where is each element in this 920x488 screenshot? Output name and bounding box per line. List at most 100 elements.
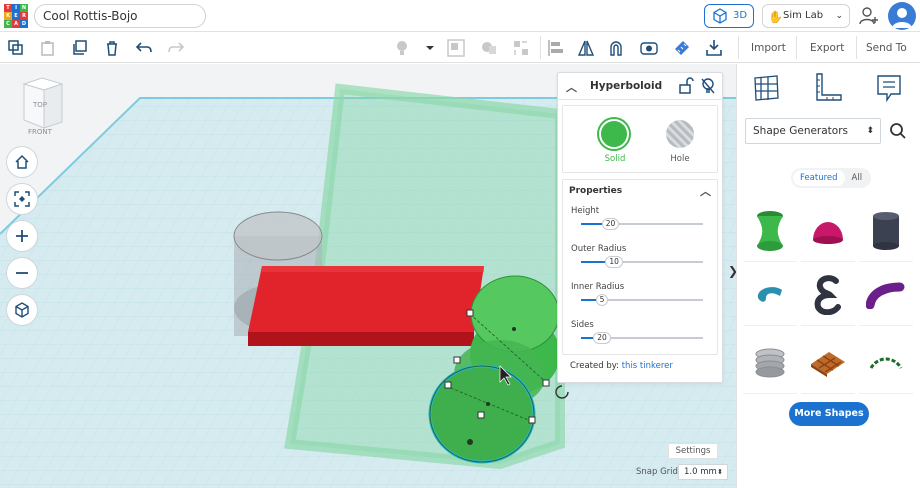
trash-icon[interactable] [102,38,122,58]
sim-lab-dropdown[interactable]: ✋ Sim Lab ⌄ [762,4,850,28]
align-icon[interactable] [546,38,566,58]
chevron-updown-icon: ⬍ [717,468,723,476]
shape-tabs: Featured All [791,168,872,188]
property-value-input[interactable]: 20 [601,218,620,230]
creator-link[interactable]: this tinkerer [622,361,673,371]
hole-button[interactable] [666,120,694,148]
property-value-input[interactable]: 5 [595,294,609,306]
property-slider[interactable] [581,223,703,225]
shape-category-select[interactable]: Shape Generators ⬍ [745,118,881,144]
ortho-view-button[interactable] [6,294,38,326]
zoom-out-button[interactable] [6,257,38,289]
collapse-chevron-icon[interactable]: ︿ [566,79,577,95]
shape-spring-coil[interactable] [743,332,797,394]
shape-hyperboloid[interactable] [743,200,797,262]
document-title[interactable]: Cool Rottis-Bojo [34,4,206,28]
ruler-l-icon[interactable] [813,72,843,104]
shape-letter-e[interactable] [801,264,855,326]
fit-view-icon [14,191,30,207]
viewcube-top-label: TOP [33,101,48,109]
search-icon [890,123,906,139]
shapes-panel: Shape Generators ⬍ Featured All More Sha… [736,64,920,488]
toolbar-divider [856,36,857,59]
property-value-input[interactable]: 10 [605,256,623,268]
toolbar-divider [738,36,739,59]
send-to-button[interactable]: Send To [866,37,907,59]
export-button[interactable]: Export [810,37,844,59]
logo-letter: N [20,4,28,12]
logo-letter: C [4,20,12,28]
hide-bulb-icon[interactable] [700,77,716,95]
unlock-icon[interactable] [678,77,694,95]
copy-workplane-icon[interactable] [6,38,26,58]
shape-cylinder[interactable] [859,200,913,262]
properties-heading: Properties [569,186,623,196]
avatar[interactable] [888,2,916,30]
download-tray-icon[interactable] [704,38,724,58]
shape-dome[interactable] [801,200,855,262]
property-slider[interactable] [581,261,703,263]
shape-torus[interactable] [743,264,797,326]
toolbar: Import Export Send To [0,32,920,63]
snap-grid-label: Snap Grid [636,467,678,477]
dropdown-arrow-icon[interactable] [420,38,440,58]
slider-fill [581,261,606,263]
property-value-input[interactable]: 20 [593,332,611,344]
workplane-camera-icon[interactable] [639,38,659,58]
shape-arc-dashed[interactable] [859,332,913,394]
redo-icon[interactable] [166,38,186,58]
inspector-header: ︿ Hyperboloid [558,73,722,100]
settings-button[interactable]: Settings [668,443,718,459]
undo-icon[interactable] [134,38,154,58]
search-button[interactable] [885,118,911,144]
more-shapes-button[interactable]: More Shapes [789,402,869,426]
logo-letter: E [12,12,20,20]
light-bulb-icon[interactable] [392,38,412,58]
home-icon [15,154,29,169]
ungroup-icon[interactable] [479,38,499,58]
toolbar-divider [540,36,541,59]
workplane-grid-icon[interactable] [751,72,781,104]
snap-grid-select[interactable]: 1.0 mm ⬍ [678,464,728,480]
properties-section: Properties ︿ Height 20 Outer Radius 10 Inner… [562,179,718,355]
hand-icon: ✋ [768,10,783,24]
logo-letter: R [20,12,28,20]
property-label: Sides [571,320,594,330]
solid-label: Solid [604,154,626,164]
zoom-in-button[interactable] [6,220,38,252]
panel-collapse-toggle[interactable]: ❯ [728,264,738,290]
cube-icon [713,8,727,24]
plus-icon [16,230,28,242]
solid-color-button[interactable] [599,119,629,149]
tinkercad-logo[interactable]: TINKERCAD [4,4,28,28]
cruise-icon[interactable] [511,38,531,58]
shape-waffle[interactable] [801,332,855,394]
add-user-icon[interactable] [858,5,880,27]
fit-view-button[interactable] [6,183,38,215]
logo-letter: T [4,4,12,12]
tab-featured[interactable]: Featured [793,170,845,186]
collapse-chevron-icon[interactable]: ︿ [700,183,711,199]
duplicate-icon[interactable] [70,38,90,58]
view-3d-button[interactable]: 3D [704,4,754,28]
slider-fill [581,223,602,225]
mirror-icon[interactable] [576,38,596,58]
slider-fill [581,337,594,339]
logo-letter: A [12,20,20,28]
magnet-icon[interactable] [606,38,626,58]
paste-icon[interactable] [38,38,58,58]
notes-icon[interactable] [874,72,904,104]
minus-icon [16,272,28,274]
tab-all[interactable]: All [845,170,870,186]
shape-curved-tube[interactable] [859,264,913,326]
home-view-button[interactable] [6,146,38,178]
chevron-updown-icon: ⬍ [866,126,874,136]
shape-name: Hyperboloid [590,80,663,92]
view-cube[interactable]: TOP FRONT [20,76,64,136]
red-box-shape[interactable] [248,266,484,346]
logo-letter: K [4,12,12,20]
import-button[interactable]: Import [751,37,786,59]
group-icon[interactable] [446,38,466,58]
ruler-icon[interactable] [672,38,692,58]
top-bar: TINKERCAD Cool Rottis-Bojo 3D ✋ Sim Lab … [0,0,920,32]
